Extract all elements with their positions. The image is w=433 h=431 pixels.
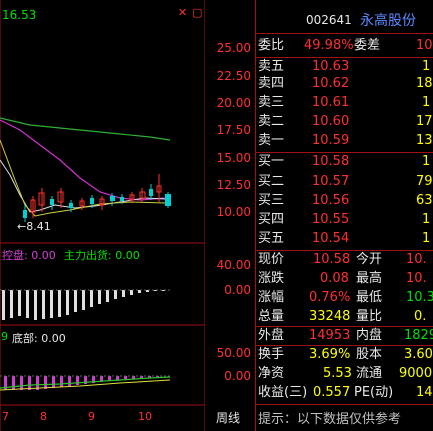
stat-row: 换手 3.69% 股本 3.60 <box>258 347 433 362</box>
mid-panel-label-2: 主力出货: 0.00 <box>64 249 140 262</box>
candle <box>110 196 115 201</box>
cycle-label[interactable]: 周线 <box>216 409 240 426</box>
sell-order-row: 卖四 10.62 18 <box>258 76 433 91</box>
mid-axis-tick: 0.00 <box>224 283 251 297</box>
candle <box>90 198 94 204</box>
candle <box>23 210 27 218</box>
stat-row: 现价 10.58 今开 10. <box>258 252 427 267</box>
date-tick: 9 <box>88 410 95 423</box>
ma-line-magenta <box>0 119 166 201</box>
mid-axis-tick: 40.00 <box>216 258 251 272</box>
buy-order-row: 买一 10.58 1 <box>258 154 431 169</box>
price-tick: 10.00 <box>216 205 251 219</box>
low-axis-tick: 50.00 <box>216 346 251 360</box>
weicha-value: 10 <box>416 38 433 53</box>
stat-row: 收益(三) 0.557 PE(动) 14 <box>258 385 433 400</box>
price-tick: 12.50 <box>216 178 251 192</box>
price-tick: 25.00 <box>216 41 251 55</box>
buy-order-row: 买二 10.57 79 <box>258 174 433 189</box>
buy-order-row: 买三 10.56 63 <box>258 193 433 208</box>
sell-order-row: 卖二 10.60 17 <box>258 114 433 129</box>
low-panel-label-2: 底部: 0.00 <box>12 332 66 345</box>
stock-name: 永高股份 <box>360 13 416 29</box>
stat-row: 净资 5.53 流通 9000 <box>258 366 433 381</box>
sell-order-row: 卖一 10.59 13 <box>258 133 433 148</box>
weibi-value: 49.98% <box>304 38 354 53</box>
weibi-label: 委比 <box>258 38 285 53</box>
stat-row: 涨跌 0.08 最高 10. <box>258 271 427 286</box>
price-axis: 25.00 22.50 20.00 17.50 15.00 12.50 10.0… <box>206 0 255 431</box>
low-axis-tick: 0.00 <box>224 369 251 383</box>
mid-panel-label-1: 控盘: 0.00 <box>2 249 56 262</box>
low-panel-label-1: 9 <box>1 330 8 343</box>
stat-row: 涨幅 0.76% 最低 10.3 <box>258 290 433 305</box>
candle <box>149 189 153 196</box>
kline-chart <box>0 0 205 431</box>
stock-code: 002641 <box>306 13 352 27</box>
quote-panel: 002641 永高股份 委比 49.98% 委差 10 卖五 10.63 1 卖… <box>256 0 433 431</box>
low-price-marker: ←8.41 <box>17 220 51 233</box>
date-tick: 10 <box>138 410 152 423</box>
candle <box>120 197 124 201</box>
candle <box>50 199 54 205</box>
weicha-label: 委差 <box>354 38 381 53</box>
stat-row: 总量 33248 量比 0. <box>258 309 427 324</box>
price-tick: 17.50 <box>216 123 251 137</box>
candle <box>165 194 171 206</box>
date-tick: 7 <box>2 410 9 423</box>
stat-row: 外盘 14953 内盘 1829 <box>258 328 433 343</box>
candle <box>69 203 73 208</box>
price-tick: 22.50 <box>216 69 251 83</box>
buy-order-row: 买五 10.54 1 <box>258 231 431 246</box>
price-tick: 15.00 <box>216 151 251 165</box>
notice-text: 提示：以下数据仅供参考 <box>258 412 402 427</box>
ma-line-green <box>0 117 171 141</box>
indicator-bars-mid <box>2 290 165 320</box>
sell-order-row: 卖三 10.61 1 <box>258 95 431 110</box>
price-tick: 20.00 <box>216 96 251 110</box>
buy-order-row: 买四 10.55 1 <box>258 212 431 227</box>
date-tick: 8 <box>40 410 47 423</box>
chart-area[interactable]: 16.53 ✕ ▢ ←8.41 控盘: 0.00 主力出货: 0.00 9 底部… <box>0 0 205 431</box>
